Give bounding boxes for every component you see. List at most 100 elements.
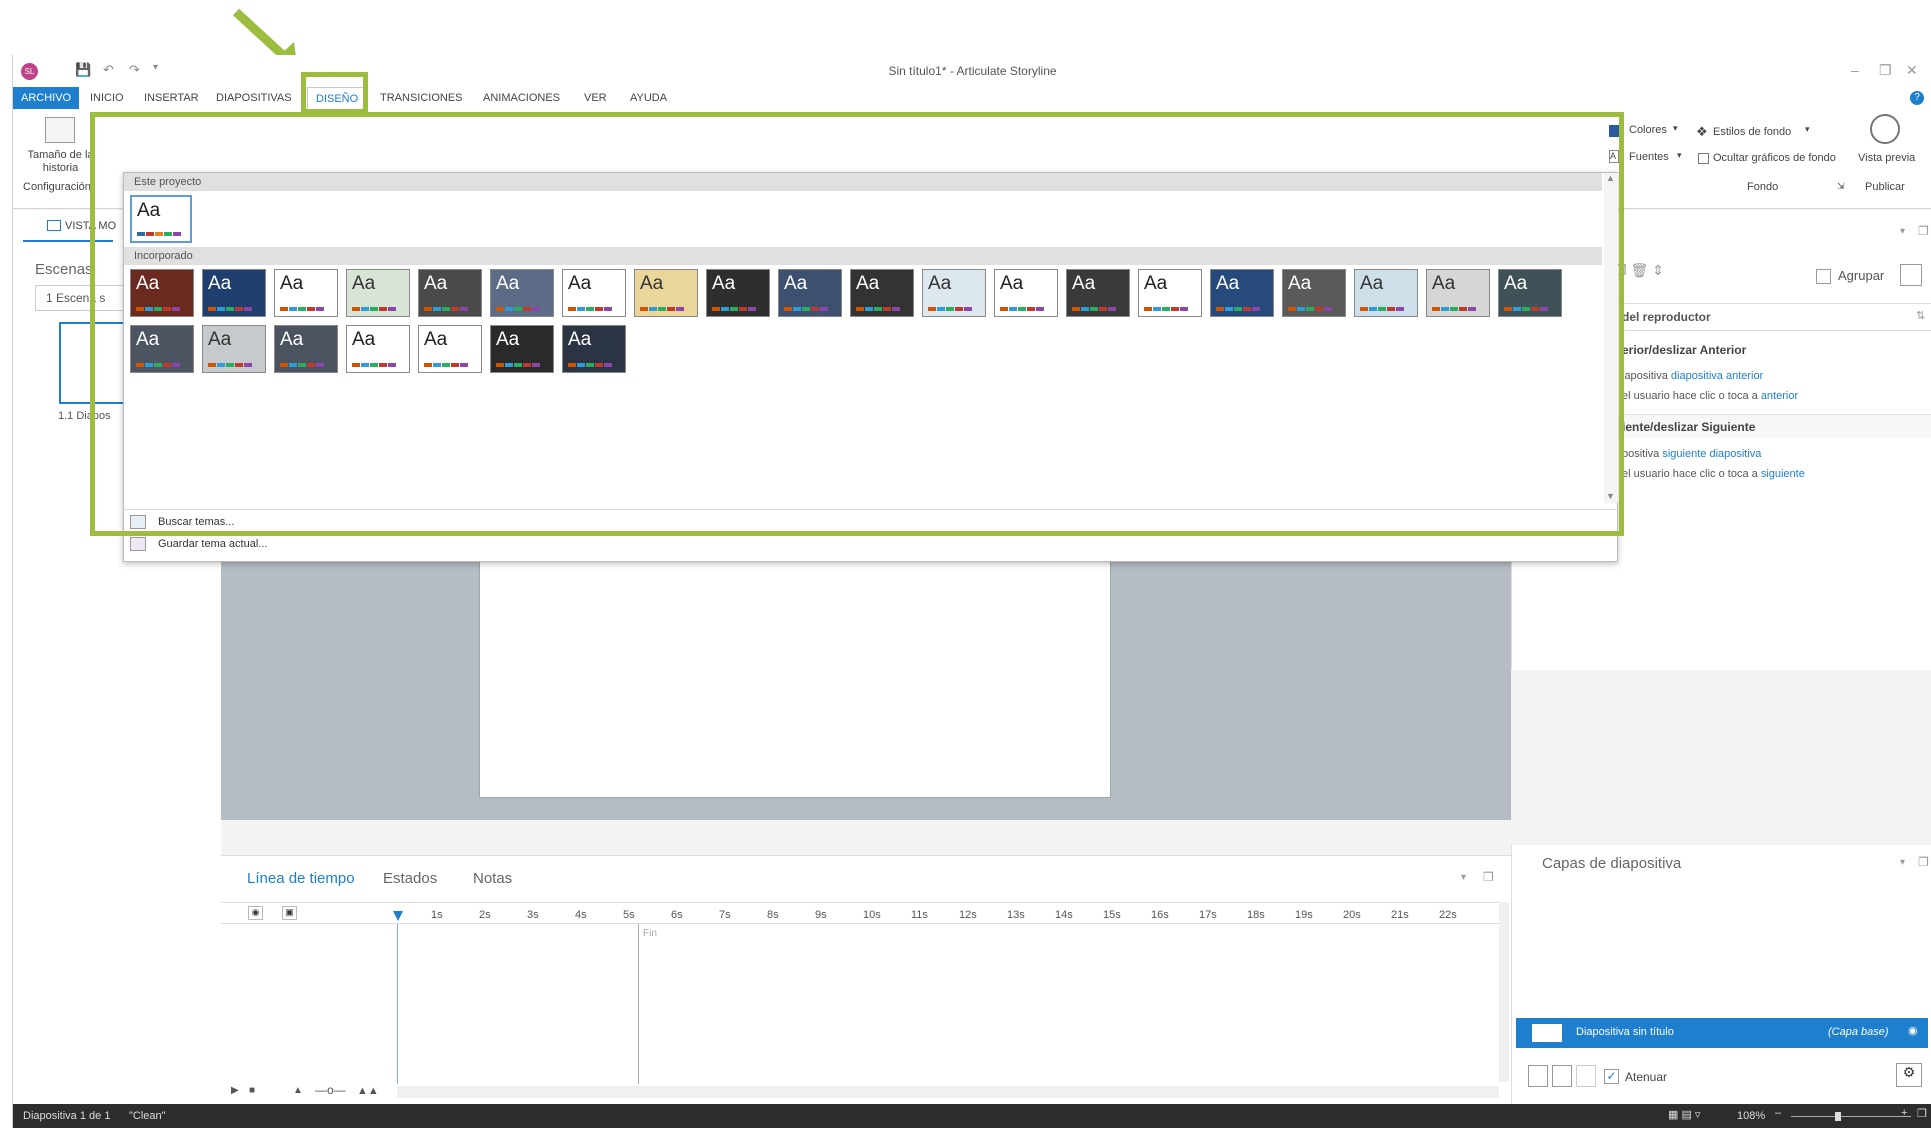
layers-panel: Capas de diapositiva ▾ ❐ Diapositiva sin… [1511,845,1931,1104]
restore-icon[interactable]: ❐ [1879,62,1892,79]
group-checkbox[interactable] [1816,269,1831,284]
save-theme-icon [130,537,146,551]
tab-archivo[interactable]: ARCHIVO [13,87,80,109]
colors-button[interactable]: Colores [1629,124,1667,136]
tab-notes[interactable]: Notas [473,870,512,887]
next-trigger-condition[interactable]: el usuario hace clic o toca a siguiente [1622,468,1805,480]
fit-window-icon[interactable]: ❐ [1917,1107,1927,1120]
layer-settings-icon[interactable]: ⚙ [1896,1063,1922,1087]
triggers-menu-icon[interactable]: ▾ [1900,226,1905,237]
time-tick: 17s [1199,909,1217,921]
time-tick: 4s [575,909,587,921]
fonts-button[interactable]: Fuentes [1629,151,1669,163]
prev-trigger-condition[interactable]: el usuario hace clic o toca a anterior [1622,390,1798,402]
next-trigger-action[interactable]: positiva siguiente diapositiva [1622,448,1761,460]
bg-group-label: Fondo [1747,181,1779,193]
zoom-out-icon[interactable]: ▲ [293,1085,303,1096]
bg-styles-icon[interactable]: ❖ [1696,124,1708,140]
minimize-icon[interactable]: – [1851,62,1859,78]
colors-dropdown-icon[interactable]: ▾ [1673,123,1678,134]
prev-trigger-condition-link[interactable]: anterior [1761,390,1798,402]
delete-layer-icon[interactable] [1576,1065,1596,1087]
triggers-undock-icon[interactable]: ❐ [1918,224,1929,238]
end-label: Fin [643,928,657,939]
stop-icon[interactable]: ■ [249,1085,255,1096]
lock-icon[interactable]: ▣ [282,906,297,920]
time-tick: 6s [671,909,683,921]
visibility-icon[interactable]: ◉ [248,906,263,920]
eye-icon[interactable]: ◉ [1908,1024,1918,1037]
highlight-design-tab [301,72,368,114]
tab-inicio[interactable]: INICIO [82,87,132,109]
base-layer-row[interactable]: Diapositiva sin título (Capa base) ◉ [1516,1018,1928,1048]
zoom-in-icon[interactable]: ▲▲ [357,1085,379,1097]
end-marker-line [638,924,639,1084]
tab-animaciones[interactable]: ANIMACIONES [475,87,568,109]
preview-icon[interactable] [1870,114,1900,144]
playhead-line [397,924,398,1084]
layers-undock-icon[interactable]: ❐ [1918,855,1929,869]
play-icon[interactable]: ▶ [231,1085,239,1096]
collapse-icon[interactable]: ⇅ [1916,309,1925,322]
close-icon[interactable]: ✕ [1906,62,1918,79]
tab-timeline[interactable]: Línea de tiempo [247,870,355,887]
prev-trigger-action-a: iapositiva [1622,370,1671,382]
time-tick: 12s [959,909,977,921]
config-group-label: Configuración [23,181,91,193]
story-size-button[interactable]: Tamaño de la historia [23,149,98,175]
preview-button[interactable]: Vista previa [1858,152,1915,164]
time-tick: 22s [1439,909,1457,921]
bg-styles-button[interactable]: Estilos de fondo [1713,126,1791,138]
timeline-hscroll[interactable] [397,1086,1499,1098]
story-size-icon[interactable] [45,117,75,143]
timeline-vscroll[interactable] [1499,902,1509,1082]
bg-styles-dropdown-icon[interactable]: ▾ [1805,124,1810,135]
time-tick: 1s [431,909,443,921]
duplicate-layer-icon[interactable] [1552,1065,1572,1087]
base-layer-tag: (Capa base) [1828,1026,1889,1038]
timeline-undock-icon[interactable]: ❐ [1483,870,1494,884]
help-icon[interactable]: ? [1910,91,1924,105]
save-theme-item[interactable]: Guardar tema actual... [158,538,267,550]
tab-states[interactable]: Estados [383,870,437,887]
next-trigger-action-a: positiva [1622,448,1663,460]
prev-trigger-action-link[interactable]: diapositiva anterior [1671,370,1763,382]
zoom-level: 108% [1737,1110,1766,1122]
group-icon[interactable] [1900,264,1922,286]
view-icons[interactable]: ▦ ▤ ▿ [1668,1108,1700,1121]
new-layer-icon[interactable] [1528,1065,1548,1087]
zoom-thumb[interactable] [1835,1112,1841,1121]
slide-counter: Diapositiva 1 de 1 [23,1110,111,1122]
tab-diapositivas[interactable]: DIAPOSITIVAS [208,87,300,109]
bg-dialog-launcher-icon[interactable]: ⇲ [1837,181,1845,192]
zoom-out-button[interactable]: – [1775,1107,1781,1119]
layers-menu-icon[interactable]: ▾ [1900,857,1905,868]
playhead-icon[interactable] [393,911,403,921]
timeline-menu-icon[interactable]: ▾ [1461,872,1466,883]
time-tick: 8s [767,909,779,921]
fonts-dropdown-icon[interactable]: ▾ [1677,150,1682,161]
tab-ver[interactable]: VER [576,87,615,109]
time-tick: 3s [527,909,539,921]
tab-insertar[interactable]: INSERTAR [136,87,207,109]
tab-ayuda[interactable]: AYUDA [622,87,675,109]
zoom-slider[interactable]: —o— [315,1083,346,1097]
tab-transiciones[interactable]: TRANSICIONES [372,87,471,109]
prev-trigger-heading: erior/deslizar Anterior [1622,343,1747,357]
prev-trigger-action[interactable]: iapositiva diapositiva anterior [1622,370,1763,382]
hide-bg-label: Ocultar gráficos de fondo [1713,152,1836,164]
next-trigger-action-link[interactable]: siguiente diapositiva [1662,448,1761,460]
dim-checkbox[interactable]: ✓ [1604,1069,1619,1084]
status-bar: Diapositiva 1 de 1 "Clean" ▦ ▤ ▿ 108% – … [13,1104,1931,1128]
hide-bg-checkbox[interactable] [1698,153,1709,164]
layers-title: Capas de diapositiva [1542,855,1682,872]
time-tick: 7s [719,909,731,921]
zoom-track[interactable] [1791,1116,1911,1117]
zoom-in-button[interactable]: + [1901,1107,1907,1119]
time-tick: 9s [815,909,827,921]
timeline-header: ◉ ▣ 1s 2s 3s 4s 5s 6s 7s 8s 9s 10s 11s 12s 13s 14s 15s… [221,902,1501,924]
time-tick: 5s [623,909,635,921]
next-trigger-heading: iente/deslizar Siguiente [1622,420,1756,434]
next-trigger-condition-link[interactable]: siguiente [1761,468,1805,480]
group-label: Agrupar [1838,268,1885,283]
